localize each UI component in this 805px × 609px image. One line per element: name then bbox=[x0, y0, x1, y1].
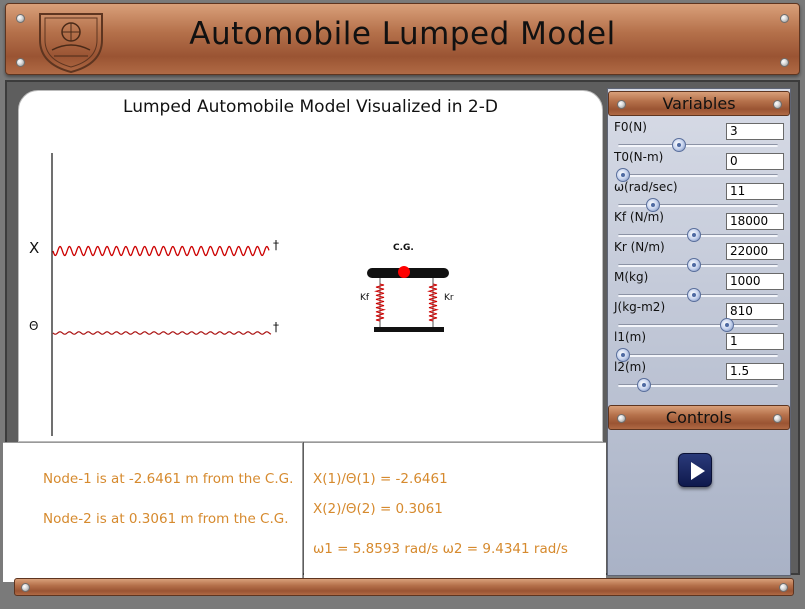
node1-text: Node-1 is at -2.6461 m from the C.G. bbox=[43, 471, 294, 487]
x-wave-marker: † bbox=[273, 238, 279, 252]
variable-input[interactable]: 810 bbox=[726, 303, 784, 320]
omega-text: ω1 = 5.8593 rad/s ω2 = 9.4341 rad/s bbox=[313, 541, 568, 557]
variable-label: M(kg) bbox=[614, 270, 649, 284]
visualization-panel: Lumped Automobile Model Visualized in 2-… bbox=[18, 90, 603, 442]
cg-label: C.G. bbox=[393, 243, 414, 253]
theta-axis-label: Θ bbox=[29, 319, 39, 333]
play-button[interactable] bbox=[678, 453, 712, 487]
variables-title: Variables bbox=[662, 94, 736, 113]
footer-bar bbox=[14, 578, 794, 596]
viz-canvas bbox=[51, 153, 449, 436]
variable-label: Kf (N/m) bbox=[614, 210, 664, 224]
variable-input[interactable]: 1000 bbox=[726, 273, 784, 290]
kr-label: Kr bbox=[444, 293, 454, 303]
variable-label: T0(N-m) bbox=[614, 150, 664, 164]
variable-label: ω(rad/sec) bbox=[614, 180, 678, 194]
x-axis-label: X bbox=[29, 239, 40, 257]
variable-input[interactable]: 22000 bbox=[726, 243, 784, 260]
ground-bar bbox=[374, 327, 444, 332]
rivet-icon bbox=[780, 58, 789, 67]
cg-dot bbox=[398, 266, 410, 278]
variable-input[interactable]: 18000 bbox=[726, 213, 784, 230]
app-title: Automobile Lumped Model bbox=[189, 16, 616, 52]
variable-slider-track[interactable] bbox=[618, 174, 778, 177]
variable-slider-track[interactable] bbox=[618, 324, 778, 327]
x-displacement-wave bbox=[52, 245, 270, 257]
mode-results-panel: X(1)/Θ(1) = -2.6461 X(2)/Θ(2) = 0.3061 ω… bbox=[304, 442, 606, 582]
variable-label: Kr (N/m) bbox=[614, 240, 665, 254]
variable-label: F0(N) bbox=[614, 120, 647, 134]
variable-label: l2(m) bbox=[614, 360, 647, 374]
controls-header: Controls bbox=[608, 405, 790, 430]
rivet-icon bbox=[21, 583, 30, 592]
variable-label: l1(m) bbox=[614, 330, 647, 344]
rivet-icon bbox=[16, 58, 25, 67]
play-icon bbox=[691, 462, 705, 480]
variable-slider-knob[interactable] bbox=[719, 318, 734, 332]
variable-input[interactable]: 3 bbox=[726, 123, 784, 140]
variable-slider-knob[interactable] bbox=[686, 258, 701, 272]
variable-slider-track[interactable] bbox=[618, 354, 778, 357]
variables-header: Variables bbox=[608, 91, 790, 116]
side-panel: Variables F0(N) 3 T0(N-m) 0 ω(rad/sec) 11 Kf (… bbox=[607, 88, 791, 576]
variable-input[interactable]: 1.5 bbox=[726, 363, 784, 380]
kf-label: Kf bbox=[360, 293, 370, 303]
variable-label: J(kg-m2) bbox=[614, 300, 666, 314]
variable-slider-knob[interactable] bbox=[686, 228, 701, 242]
node2-text: Node-2 is at 0.3061 m from the C.G. bbox=[43, 511, 289, 527]
ratio2-text: X(2)/Θ(2) = 0.3061 bbox=[313, 501, 443, 517]
variable-slider-track[interactable] bbox=[618, 144, 778, 147]
ratio1-text: X(1)/Θ(1) = -2.6461 bbox=[313, 471, 448, 487]
variable-input[interactable]: 11 bbox=[726, 183, 784, 200]
header-bar: Automobile Lumped Model bbox=[5, 3, 800, 75]
variable-slider-knob[interactable] bbox=[671, 138, 686, 152]
variable-slider-track[interactable] bbox=[618, 204, 778, 207]
controls-title: Controls bbox=[665, 408, 733, 427]
rivet-icon bbox=[779, 583, 788, 592]
node-results-panel: Node-1 is at -2.6461 m from the C.G. Nod… bbox=[3, 442, 303, 582]
car-model bbox=[367, 266, 449, 332]
theta-displacement-wave bbox=[52, 331, 272, 335]
theta-wave-marker: † bbox=[273, 320, 279, 334]
variable-input[interactable]: 0 bbox=[726, 153, 784, 170]
variable-input[interactable]: 1 bbox=[726, 333, 784, 350]
variable-slider-knob[interactable] bbox=[686, 288, 701, 302]
variable-slider-knob[interactable] bbox=[637, 378, 651, 392]
